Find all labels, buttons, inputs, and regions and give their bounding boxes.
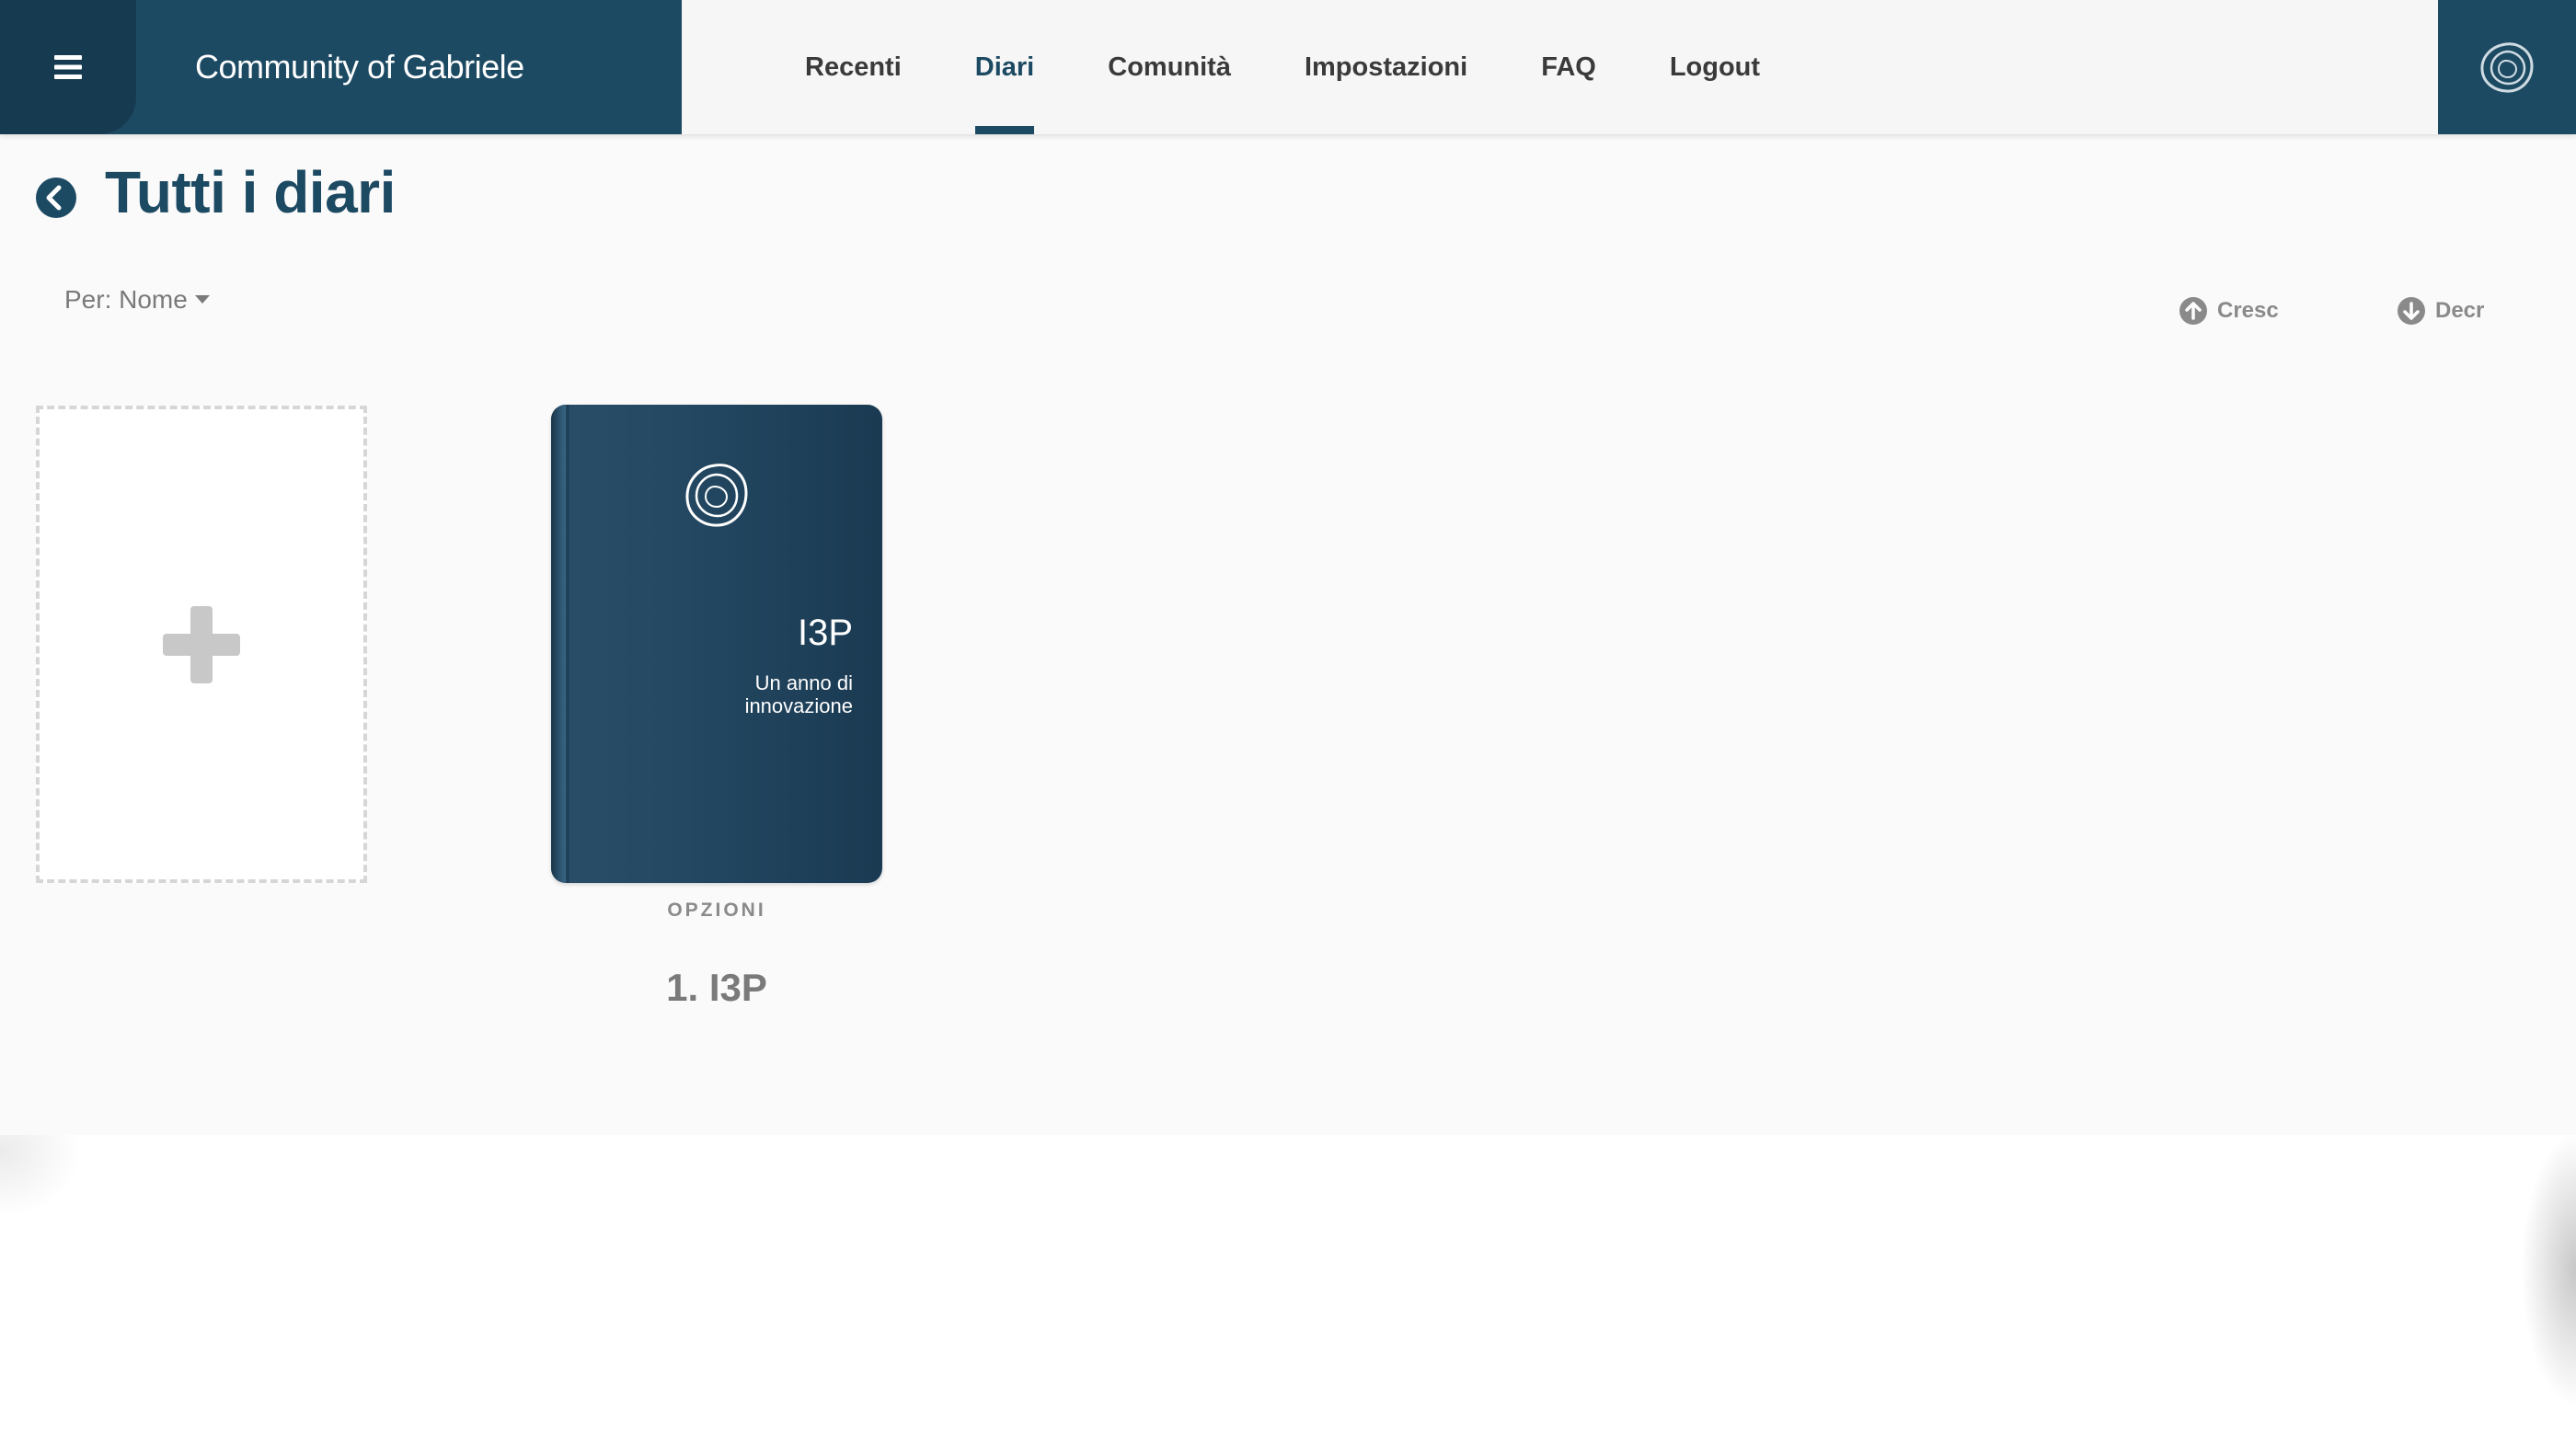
sort-descending-button[interactable]: Decr bbox=[2397, 296, 2484, 326]
nav-item-faq[interactable]: FAQ bbox=[1541, 0, 1596, 134]
page-title: Tutti i diari bbox=[105, 159, 396, 225]
content-area bbox=[0, 134, 2576, 1135]
nav-item-comunita[interactable]: Comunità bbox=[1108, 0, 1231, 134]
arrow-down-circle-icon bbox=[2398, 297, 2425, 325]
add-diary-card[interactable] bbox=[36, 406, 367, 883]
arrow-up-circle-icon bbox=[2179, 297, 2207, 325]
diary-name[interactable]: 1. I3P bbox=[551, 966, 882, 1010]
nav-item-label: Comunità bbox=[1108, 52, 1231, 82]
book-spine-edge bbox=[566, 405, 569, 883]
sort-by-dropdown[interactable]: Per: Nome bbox=[64, 285, 210, 315]
gabriele-logo-icon bbox=[2480, 42, 2534, 93]
plus-icon bbox=[163, 605, 240, 683]
hamburger-menu-icon bbox=[54, 55, 82, 79]
sort-ascending-button[interactable]: Cresc bbox=[2179, 296, 2279, 326]
main-nav: Recenti Diari Comunità Impostazioni FAQ … bbox=[805, 0, 1834, 134]
book-spine bbox=[551, 405, 566, 883]
nav-item-label: Impostazioni bbox=[1304, 52, 1468, 82]
gabriele-logo-icon bbox=[685, 464, 748, 527]
nav-item-recenti[interactable]: Recenti bbox=[805, 0, 902, 134]
nav-item-label: Recenti bbox=[805, 52, 902, 82]
nav-item-label: FAQ bbox=[1541, 52, 1596, 82]
active-tab-indicator bbox=[974, 126, 1035, 134]
sort-ascending-label: Cresc bbox=[2217, 298, 2279, 323]
app-window: Community of Gabriele Recenti Diari Comu… bbox=[0, 0, 2576, 1433]
sort-by-label: Per: Nome bbox=[64, 285, 188, 314]
nav-item-impostazioni[interactable]: Impostazioni bbox=[1305, 0, 1467, 134]
nav-item-label: Diari bbox=[974, 52, 1035, 82]
nav-item-logout[interactable]: Logout bbox=[1670, 0, 1760, 134]
diary-options-button[interactable]: OPZIONI bbox=[551, 900, 882, 922]
sort-descending-label: Decr bbox=[2435, 298, 2485, 323]
back-circle-icon bbox=[36, 178, 76, 218]
caret-down-icon bbox=[194, 295, 210, 304]
corner-logo-button[interactable] bbox=[2438, 0, 2576, 134]
back-button[interactable] bbox=[35, 177, 77, 219]
nav-item-diari[interactable]: Diari bbox=[974, 0, 1035, 134]
top-header: Community of Gabriele Recenti Diari Comu… bbox=[0, 0, 2576, 134]
diary-cover-subtitle: Un anno di innovazione bbox=[744, 671, 853, 717]
decorative-shadow bbox=[2521, 1131, 2576, 1407]
diary-cover[interactable]: I3P Un anno di innovazione bbox=[551, 405, 882, 883]
nav-item-label: Logout bbox=[1669, 52, 1761, 82]
brand-title[interactable]: Community of Gabriele bbox=[195, 0, 524, 134]
decorative-shadow bbox=[0, 1135, 83, 1218]
brand-bar: Community of Gabriele bbox=[0, 0, 682, 134]
menu-button[interactable] bbox=[0, 0, 136, 134]
diary-cover-title: I3P bbox=[797, 613, 853, 653]
